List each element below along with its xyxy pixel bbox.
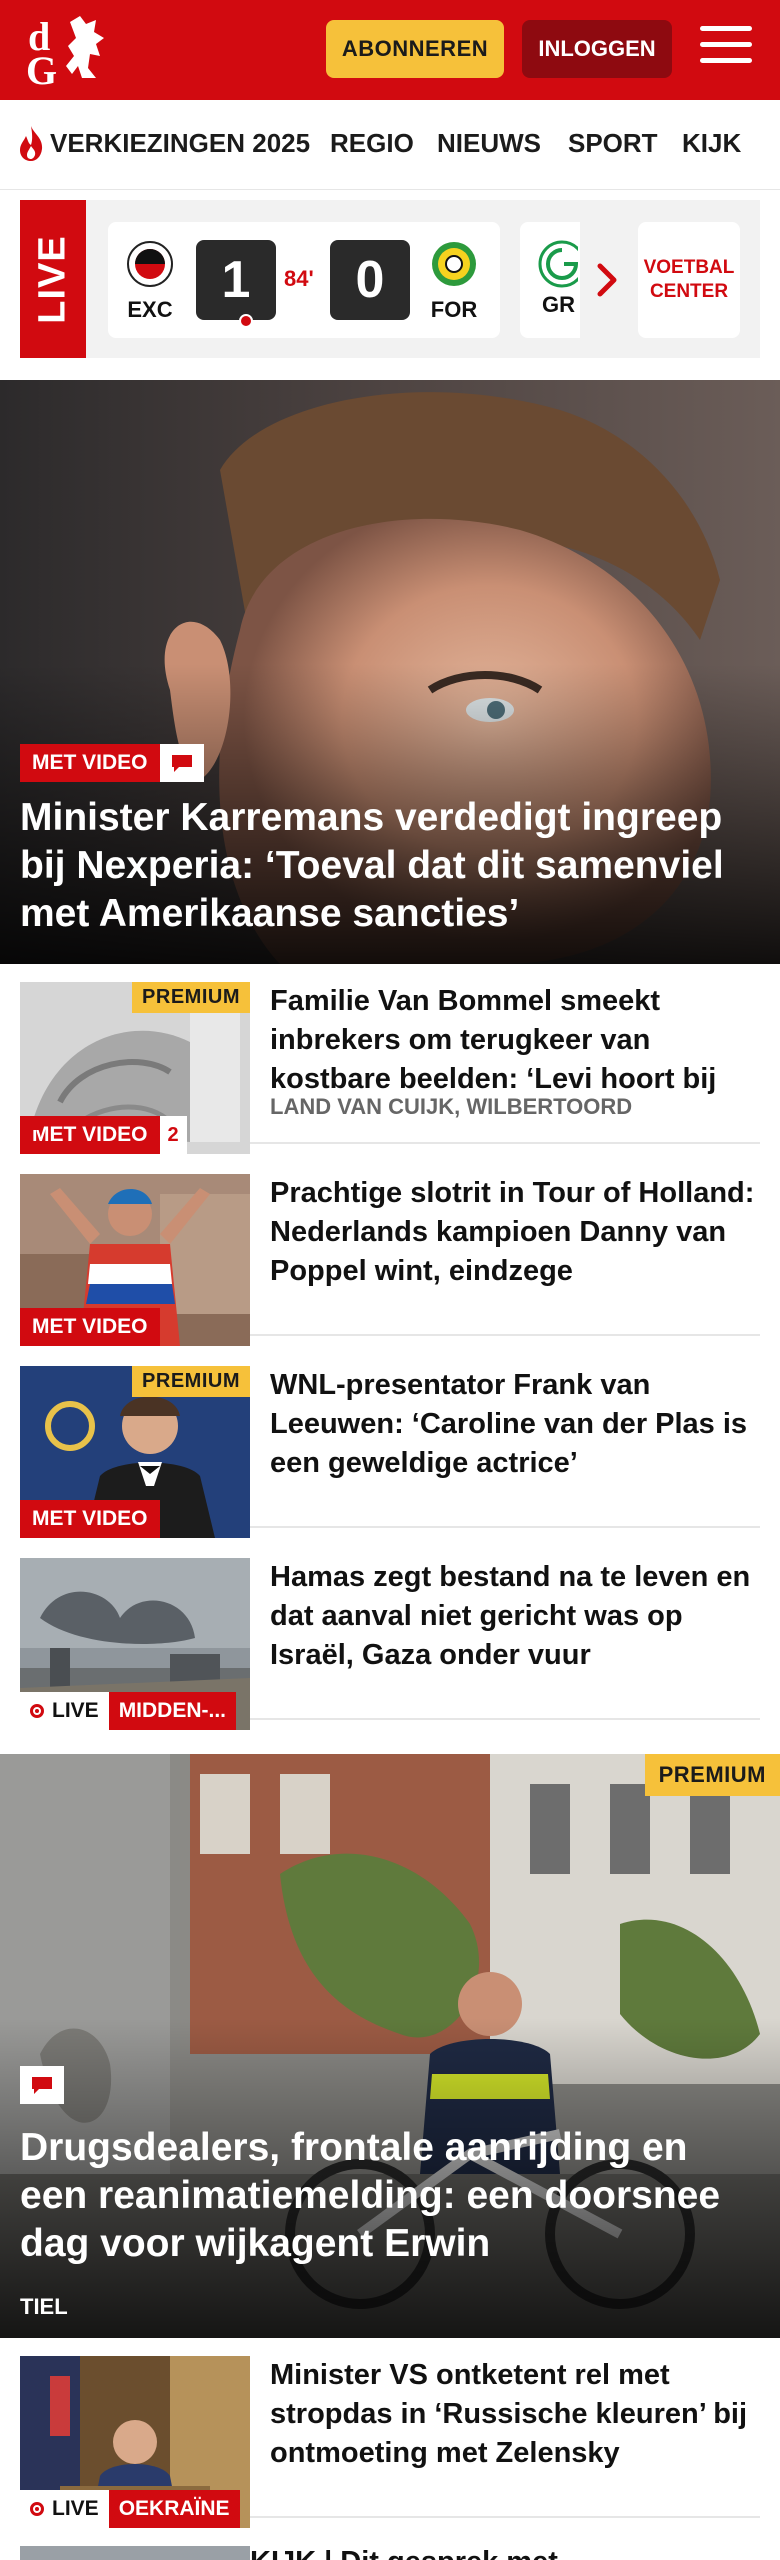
excelsior-crest-icon — [127, 241, 173, 287]
topic-badge[interactable]: OEKRAÏNE — [108, 2490, 240, 2528]
live-label: LIVE — [52, 2497, 99, 2520]
subscribe-button[interactable]: ABONNEREN — [326, 20, 504, 78]
next-match-card[interactable]: GR — [520, 222, 580, 338]
hamburger-icon[interactable] — [700, 26, 752, 72]
voetbal-center-link[interactable]: VOETBAL CENTER — [638, 222, 740, 338]
hero-article[interactable]: MET VIDEO Minister Karremans verdedigt i… — [0, 380, 780, 964]
article-item[interactable]: LIVE MIDDEN-... Hamas zegt bestand na te… — [20, 1540, 760, 1730]
away-score: 0 — [330, 240, 410, 320]
groningen-crest-icon — [538, 240, 578, 288]
article-item[interactable]: LIVE OEKRAÏNE Minister VS ontketent rel … — [20, 2338, 760, 2528]
nav-item-sport[interactable]: SPORT — [568, 128, 658, 159]
met-video-badge: MET VIDEO — [20, 744, 160, 782]
feature-article[interactable]: PREMIUM Drugsdealers, frontale aanrijdin… — [0, 1754, 780, 2338]
away-club: FOR — [426, 240, 482, 323]
article-thumbnail[interactable]: LIVE OEKRAÏNE — [20, 2356, 250, 2528]
comment-count: 2 — [167, 1124, 179, 1146]
thumbnail-badges: LIVE MIDDEN-... — [20, 1692, 237, 1730]
article-thumbnail[interactable]: PREMIUM MET VIDEO 2 — [20, 982, 250, 1154]
article-title[interactable]: KIJK | Dit gesprek met — [250, 2546, 740, 2560]
home-score: 1 — [196, 240, 276, 320]
article-title[interactable]: Prachtige slotrit in Tour of Holland: Ne… — [270, 1174, 760, 1291]
article-title[interactable]: WNL-presentator Frank van Leeuwen: ‘Caro… — [270, 1366, 760, 1483]
premium-badge: PREMIUM — [132, 982, 250, 1013]
feature-location: TIEL — [20, 2294, 68, 2319]
comment-icon — [32, 2077, 52, 2094]
thumbnail-badges: MET VIDEO — [20, 1500, 160, 1538]
premium-badge: PREMIUM — [644, 1754, 780, 1796]
match-card[interactable]: EXC 1 84' 0 FOR — [108, 222, 500, 338]
goal-indicator — [239, 314, 253, 328]
live-label: LIVE — [52, 1699, 99, 1722]
hero-badges: MET VIDEO — [20, 744, 204, 782]
live-dot-icon — [30, 1704, 44, 1718]
flame-icon — [20, 126, 43, 161]
away-club-code: FOR — [430, 297, 478, 322]
live-badge: LIVE — [20, 2490, 109, 2528]
article-location: LAND VAN CUIJK, WILBERTOORD — [270, 1094, 633, 1119]
article-thumbnail[interactable]: PREMIUM MET VIDEO — [20, 1366, 250, 1538]
svg-text:G: G — [26, 48, 57, 88]
hero-title[interactable]: Minister Karremans verdedigt ingreep bij… — [20, 794, 760, 938]
dg-logo-icon[interactable]: d G — [24, 12, 114, 88]
live-badge: LIVE — [20, 1692, 109, 1730]
article-thumbnail[interactable]: MET VIDEO — [20, 1174, 250, 1346]
fortuna-crest-icon — [432, 242, 476, 286]
home-club: EXC — [122, 240, 178, 323]
comment-count-badge[interactable]: 2 — [22, 1116, 187, 1154]
nav-item-regio[interactable]: REGIO — [330, 128, 414, 159]
met-video-badge: MET VIDEO — [20, 1308, 160, 1346]
live-tag: LIVE — [20, 200, 86, 358]
comment-badge[interactable] — [159, 744, 204, 782]
site-header: d G ABONNEREN INLOGGEN — [0, 0, 780, 100]
article-item[interactable]: MET VIDEO Prachtige slotrit in Tour of H… — [20, 1156, 760, 1346]
nav-item-nieuws[interactable]: NIEUWS — [437, 128, 541, 159]
nav-item-kijk[interactable]: KIJK — [682, 128, 741, 159]
match-minute: 84' — [284, 266, 314, 291]
next-club-code: GR — [542, 292, 575, 317]
thumbnail-badges: LIVE OEKRAÏNE — [20, 2490, 240, 2528]
scores-next-button[interactable] — [580, 222, 636, 338]
comment-icon — [22, 1118, 42, 1135]
article-item[interactable]: PREMIUM MET VIDEO 2 Familie Van Bommel s… — [20, 964, 760, 1154]
main-nav: VERKIEZINGEN 2025 REGIO NIEUWS SPORT KIJ… — [0, 100, 780, 190]
chevron-right-icon — [597, 263, 617, 297]
met-video-badge: MET VIDEO — [20, 1500, 160, 1538]
live-dot-icon — [30, 2502, 44, 2516]
thumbnail-badges: MET VIDEO — [20, 1308, 160, 1346]
live-scores-strip: LIVE EXC 1 84' 0 FOR GR VOETBAL CENTER — [20, 200, 760, 358]
article-thumbnail[interactable] — [20, 2546, 250, 2560]
home-club-code: EXC — [127, 297, 173, 322]
feature-title[interactable]: Drugsdealers, frontale aanrijding en een… — [20, 2124, 760, 2268]
thumbnail-badges: MET VIDEO 2 — [20, 1116, 187, 1154]
article-thumbnail[interactable]: LIVE MIDDEN-... — [20, 1558, 250, 1730]
nav-item-verkiezingen[interactable]: VERKIEZINGEN 2025 — [50, 128, 310, 159]
login-button[interactable]: INLOGGEN — [522, 20, 672, 78]
article-item[interactable]: PREMIUM MET VIDEO WNL-presentator Frank … — [20, 1348, 760, 1538]
article-title[interactable]: Familie Van Bommel smeekt inbrekers om t… — [270, 982, 760, 1099]
article-title[interactable]: Hamas zegt bestand na te leven en dat aa… — [270, 1558, 760, 1675]
article-title[interactable]: Minister VS ontketent rel met stropdas i… — [270, 2356, 760, 2473]
premium-badge: PREMIUM — [132, 1366, 250, 1397]
comment-badge[interactable] — [20, 2066, 64, 2104]
topic-badge[interactable]: MIDDEN-... — [108, 1692, 237, 1730]
comment-icon — [171, 755, 192, 772]
